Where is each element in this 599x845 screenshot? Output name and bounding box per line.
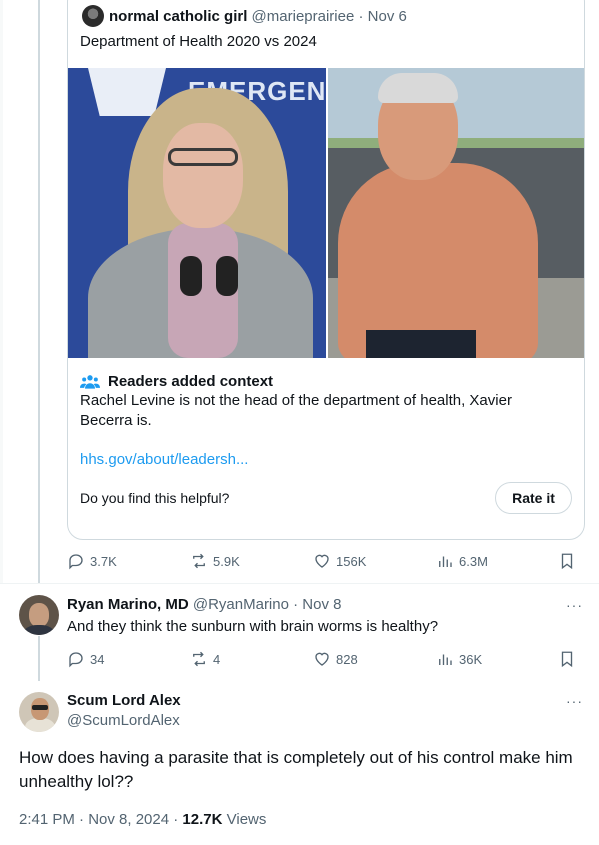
thread-line-reply — [38, 636, 40, 681]
analytics-icon — [439, 654, 452, 665]
glasses — [168, 148, 238, 166]
community-note-body: Rachel Levine is not the head of the dep… — [80, 392, 512, 429]
quoted-tweet-media[interactable]: EMERGENCY — [68, 68, 584, 358]
main-tweet-text: How does having a parasite that is compl… — [19, 748, 573, 791]
media-image-right[interactable] — [328, 68, 584, 358]
repost-action[interactable]: 5.9K — [190, 552, 240, 570]
analytics-icon — [439, 556, 452, 567]
repost-count: 4 — [213, 651, 221, 667]
quoted-tweet-header: normal catholic girl @marieprairiee · No… — [82, 5, 407, 27]
media-image-left[interactable]: EMERGENCY — [68, 68, 326, 358]
quoted-tweet-text: Department of Health 2020 vs 2024 — [80, 33, 317, 50]
main-author-avatar[interactable] — [19, 692, 59, 732]
microphone — [216, 256, 238, 296]
reply-more-icon[interactable]: ··· — [566, 597, 583, 613]
quoted-author-avatar[interactable] — [82, 5, 104, 27]
divider — [0, 583, 599, 584]
person-hair — [378, 73, 458, 103]
like-action[interactable]: 828 — [313, 650, 358, 668]
reply-date[interactable]: Nov 8 — [302, 596, 341, 613]
main-author-handle[interactable]: @ScumLordAlex — [67, 712, 180, 729]
reply-icon — [69, 652, 83, 668]
repost-icon — [193, 553, 205, 569]
community-note-link[interactable]: hhs.gov/about/leadersh... — [80, 451, 248, 468]
main-author-name[interactable]: Scum Lord Alex — [67, 692, 181, 709]
main-tweet-meta: 2:41 PM · Nov 8, 2024 · 12.7K Views — [19, 811, 266, 828]
bookmark-action[interactable] — [558, 552, 576, 570]
reply-icon — [69, 554, 83, 570]
reply-action[interactable]: 3.7K — [67, 552, 117, 570]
main-tweet-timestamp[interactable]: 2:41 PM · Nov 8, 2024 · — [19, 811, 182, 828]
reply-action[interactable]: 34 — [67, 650, 104, 668]
repost-count: 5.9K — [213, 553, 240, 569]
dot-separator: · — [358, 7, 364, 25]
helpful-question: Do you find this helpful? — [80, 490, 230, 506]
person-face — [163, 123, 243, 228]
avatar-face — [29, 603, 49, 627]
microphone — [180, 256, 202, 296]
rate-it-button[interactable]: Rate it — [495, 482, 572, 514]
person-torso — [338, 163, 538, 358]
reply-header: Ryan Marino, MD @RyanMarino · Nov 8 — [67, 596, 341, 613]
sunglasses-icon — [32, 705, 48, 710]
reply-count: 34 — [90, 651, 105, 667]
repost-icon — [193, 651, 205, 667]
heart-icon — [315, 554, 329, 568]
main-views-label: Views — [226, 811, 267, 828]
views-action[interactable]: 36K — [436, 650, 482, 668]
heart-icon — [315, 652, 329, 666]
bookmark-action[interactable] — [558, 650, 576, 668]
bookmark-icon — [561, 553, 573, 570]
like-count: 828 — [336, 651, 358, 667]
reply-text: And they think the sunburn with brain wo… — [67, 618, 439, 635]
main-more-icon[interactable]: ··· — [566, 693, 583, 709]
views-count: 6.3M — [459, 553, 488, 569]
avatar-body — [23, 625, 55, 635]
bookmark-icon — [561, 651, 573, 668]
views-count: 36K — [459, 651, 483, 667]
person-shorts — [366, 330, 476, 358]
quoted-author-name[interactable]: normal catholic girl — [109, 8, 247, 25]
sign-left — [88, 68, 166, 116]
reply-count: 3.7K — [90, 553, 117, 569]
people-icon — [80, 374, 100, 389]
reply-author-avatar[interactable] — [19, 595, 59, 635]
quoted-tweet-card[interactable]: normal catholic girl @marieprairiee · No… — [67, 0, 585, 540]
quoted-tweet-date[interactable]: Nov 6 — [368, 8, 407, 25]
main-views-count: 12.7K — [182, 811, 223, 828]
quoted-author-handle[interactable]: @marieprairiee — [252, 8, 355, 25]
reply-author-name[interactable]: Ryan Marino, MD — [67, 596, 189, 613]
repost-action[interactable]: 4 — [190, 650, 220, 668]
dot-separator: · — [293, 596, 299, 613]
like-action[interactable]: 156K — [313, 552, 366, 570]
avatar-body — [25, 718, 55, 732]
like-count: 156K — [336, 553, 367, 569]
community-note-title-text: Readers added context — [108, 373, 274, 390]
views-action[interactable]: 6.3M — [436, 552, 488, 570]
reply-author-handle[interactable]: @RyanMarino — [193, 596, 289, 613]
thread-line-top — [38, 0, 40, 583]
community-note-title: Readers added context — [80, 373, 273, 390]
left-shade — [0, 0, 3, 583]
